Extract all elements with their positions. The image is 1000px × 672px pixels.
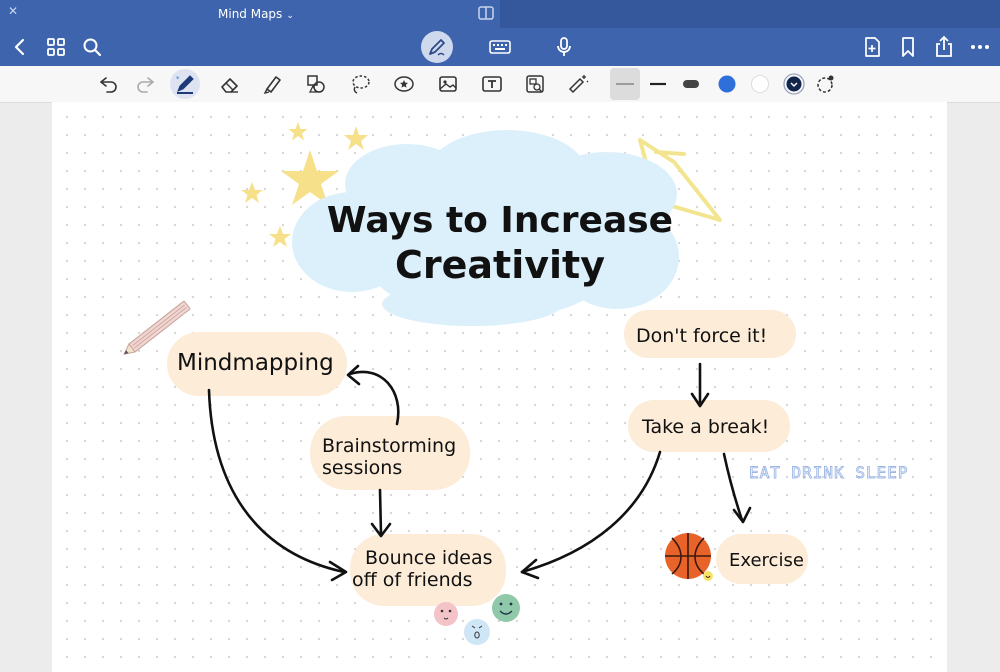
drawing-toolbar: * [0, 66, 1000, 103]
color-swatch-blue[interactable] [715, 72, 739, 96]
smile-face-icon [492, 594, 520, 622]
navigation-bar [0, 28, 1000, 66]
image-icon[interactable] [436, 72, 460, 96]
chevron-left-icon[interactable] [8, 35, 32, 59]
shapes-icon[interactable] [304, 72, 328, 96]
node-brainstorm-line2: sessions [322, 457, 402, 479]
sticker-icon[interactable] [392, 72, 416, 96]
svg-text:*: * [176, 75, 180, 83]
title-line-1: Ways to Increase [327, 200, 673, 241]
window-title-menu[interactable]: Mind Maps ⌄ [218, 7, 294, 21]
keyboard-icon[interactable] [488, 35, 512, 59]
color-swatch-navy-selected[interactable] [782, 72, 806, 96]
surprised-face-icon [464, 619, 490, 645]
annotation-eat-drink-sleep: EAT DRINK SLEEP [749, 463, 909, 482]
star-icon [288, 122, 308, 141]
node-take-break: Take a break! [641, 416, 769, 438]
lasso-icon[interactable] [348, 72, 372, 96]
star-icon [344, 126, 368, 150]
node-mindmapping: Mindmapping [177, 350, 334, 376]
eraser-icon[interactable] [218, 72, 242, 96]
star-icon [241, 182, 263, 203]
color-white-dot [751, 75, 769, 93]
color-picker-icon[interactable] [813, 72, 837, 96]
arrow-brainstorm-to-bounce [378, 488, 383, 536]
blush-face-icon [434, 602, 458, 626]
add-page-icon[interactable] [860, 35, 884, 59]
node-dont-force: Don't force it! [636, 325, 767, 347]
mind-map-canvas: Ways to Increase Creativity Mindmapping … [123, 122, 909, 645]
redo-icon[interactable] [133, 72, 157, 96]
basketball-sticker-icon [665, 533, 713, 581]
split-view-icon[interactable] [478, 6, 494, 25]
more-icon[interactable] [968, 35, 992, 59]
pen-mode-icon[interactable] [425, 35, 449, 59]
window-titlebar: ✕ Mind Maps ⌄ [0, 0, 1000, 28]
thickness-thick-icon[interactable] [679, 72, 703, 96]
laser-pointer-icon[interactable] [566, 72, 590, 96]
titlebar-right-region [500, 0, 1000, 28]
window-title: Mind Maps [218, 7, 283, 21]
arrow-break-to-bounce [520, 450, 662, 574]
color-navy-dot [786, 76, 802, 92]
chevron-down-icon: ⌄ [286, 11, 294, 21]
color-blue-dot [718, 75, 736, 93]
close-window-icon[interactable]: ✕ [6, 4, 20, 18]
node-bounce-line1: Bounce ideas [365, 547, 493, 569]
thickness-medium-icon[interactable] [646, 72, 670, 96]
undo-icon[interactable] [97, 72, 121, 96]
node-brainstorm-line1: Brainstorming [322, 435, 456, 457]
text-icon[interactable] [480, 72, 504, 96]
search-icon[interactable] [80, 35, 104, 59]
share-icon[interactable] [932, 35, 956, 59]
node-bounce-line2: off of friends [352, 569, 473, 591]
grid-icon[interactable] [44, 35, 68, 59]
bookmark-icon[interactable] [896, 35, 920, 59]
arrowhead [732, 506, 752, 524]
title-cloud: Ways to Increase Creativity [292, 130, 679, 326]
microphone-icon[interactable] [552, 35, 576, 59]
notebook-page[interactable]: Ways to Increase Creativity Mindmapping … [52, 102, 947, 672]
arrowhead [346, 364, 361, 386]
thickness-thin-icon[interactable] [613, 72, 637, 96]
highlighter-icon[interactable] [261, 72, 285, 96]
title-line-2: Creativity [395, 243, 605, 287]
star-icon [269, 226, 291, 247]
pen-icon[interactable]: * [173, 72, 197, 96]
node-exercise: Exercise [729, 550, 804, 571]
color-swatch-white[interactable] [748, 72, 772, 96]
camera-icon[interactable] [523, 72, 547, 96]
